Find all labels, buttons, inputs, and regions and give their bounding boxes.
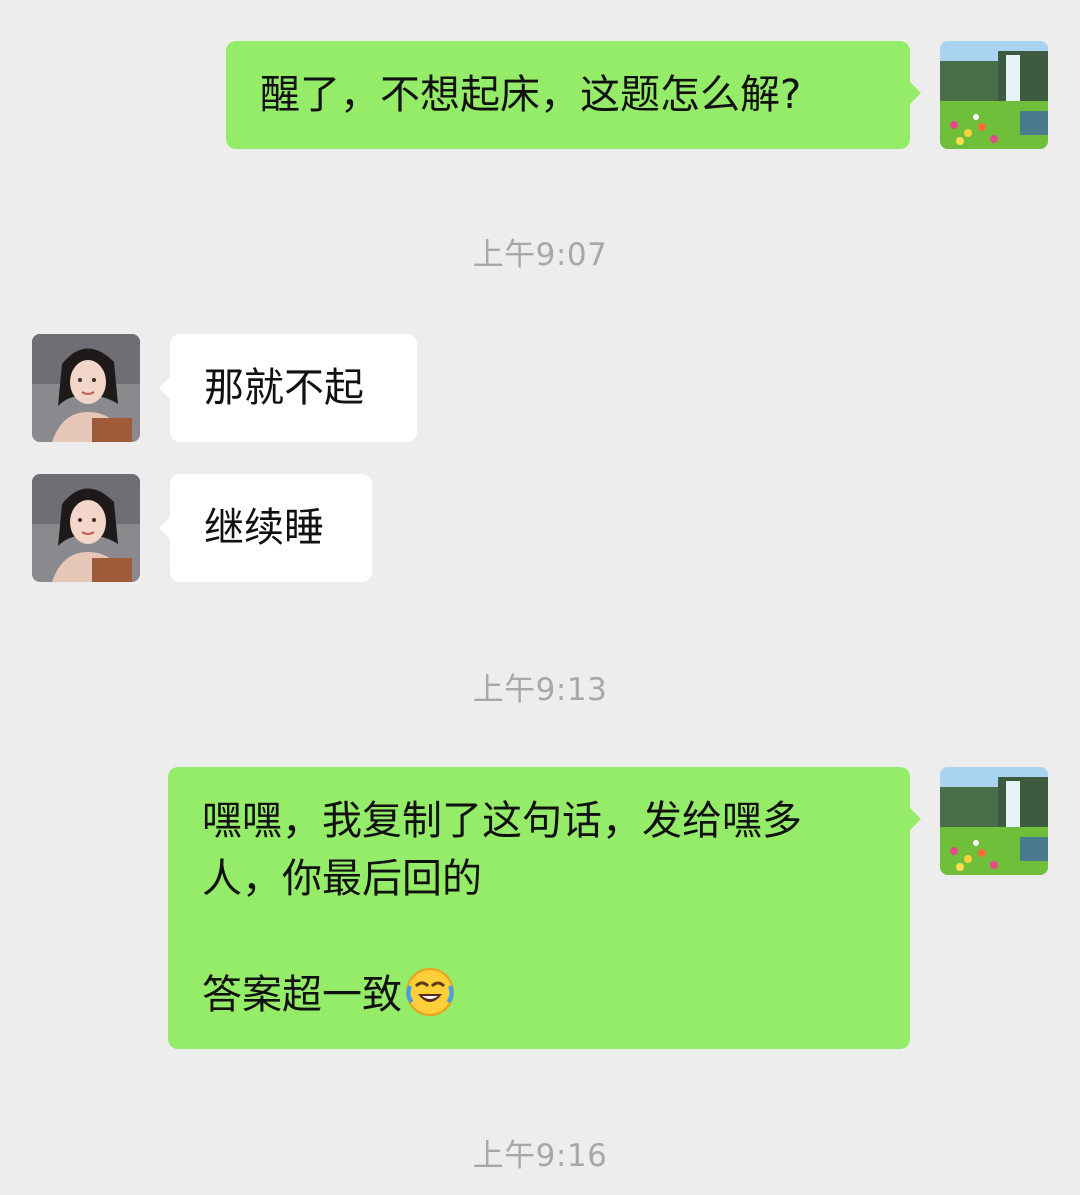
landscape-waterfall-icon bbox=[940, 767, 1048, 875]
woman-portrait-icon bbox=[32, 474, 140, 582]
self-avatar[interactable] bbox=[940, 41, 1048, 149]
outgoing-message-bubble[interactable]: 醒了，不想起床，这题怎么解? bbox=[226, 41, 921, 149]
rolling-on-floor-laughing-emoji-icon bbox=[404, 966, 456, 1034]
contact-avatar[interactable] bbox=[32, 474, 140, 582]
self-avatar[interactable] bbox=[940, 767, 1048, 875]
message-text: 醒了，不想起床，这题怎么解? bbox=[260, 72, 802, 118]
outgoing-message-bubble[interactable]: 嘿嘿，我复制了这句话，发给嘿多 人，你最后回的 答案超一致 bbox=[168, 767, 921, 1049]
contact-avatar[interactable] bbox=[32, 334, 140, 442]
incoming-message-bubble[interactable]: 那就不起 bbox=[159, 334, 417, 442]
woman-portrait-icon bbox=[32, 334, 140, 442]
message-text: 那就不起 bbox=[204, 365, 364, 411]
landscape-waterfall-icon bbox=[940, 41, 1048, 149]
message-text: 继续睡 bbox=[204, 505, 324, 551]
chat-timestamp: 上午9:07 bbox=[472, 237, 608, 273]
chat-timestamp: 上午9:13 bbox=[472, 672, 608, 708]
chat-timestamp: 上午9:16 bbox=[472, 1138, 608, 1174]
incoming-message-bubble[interactable]: 继续睡 bbox=[159, 474, 372, 582]
message-text: 嘿嘿，我复制了这句话，发给嘿多 人，你最后回的 答案超一致 bbox=[202, 798, 802, 1018]
